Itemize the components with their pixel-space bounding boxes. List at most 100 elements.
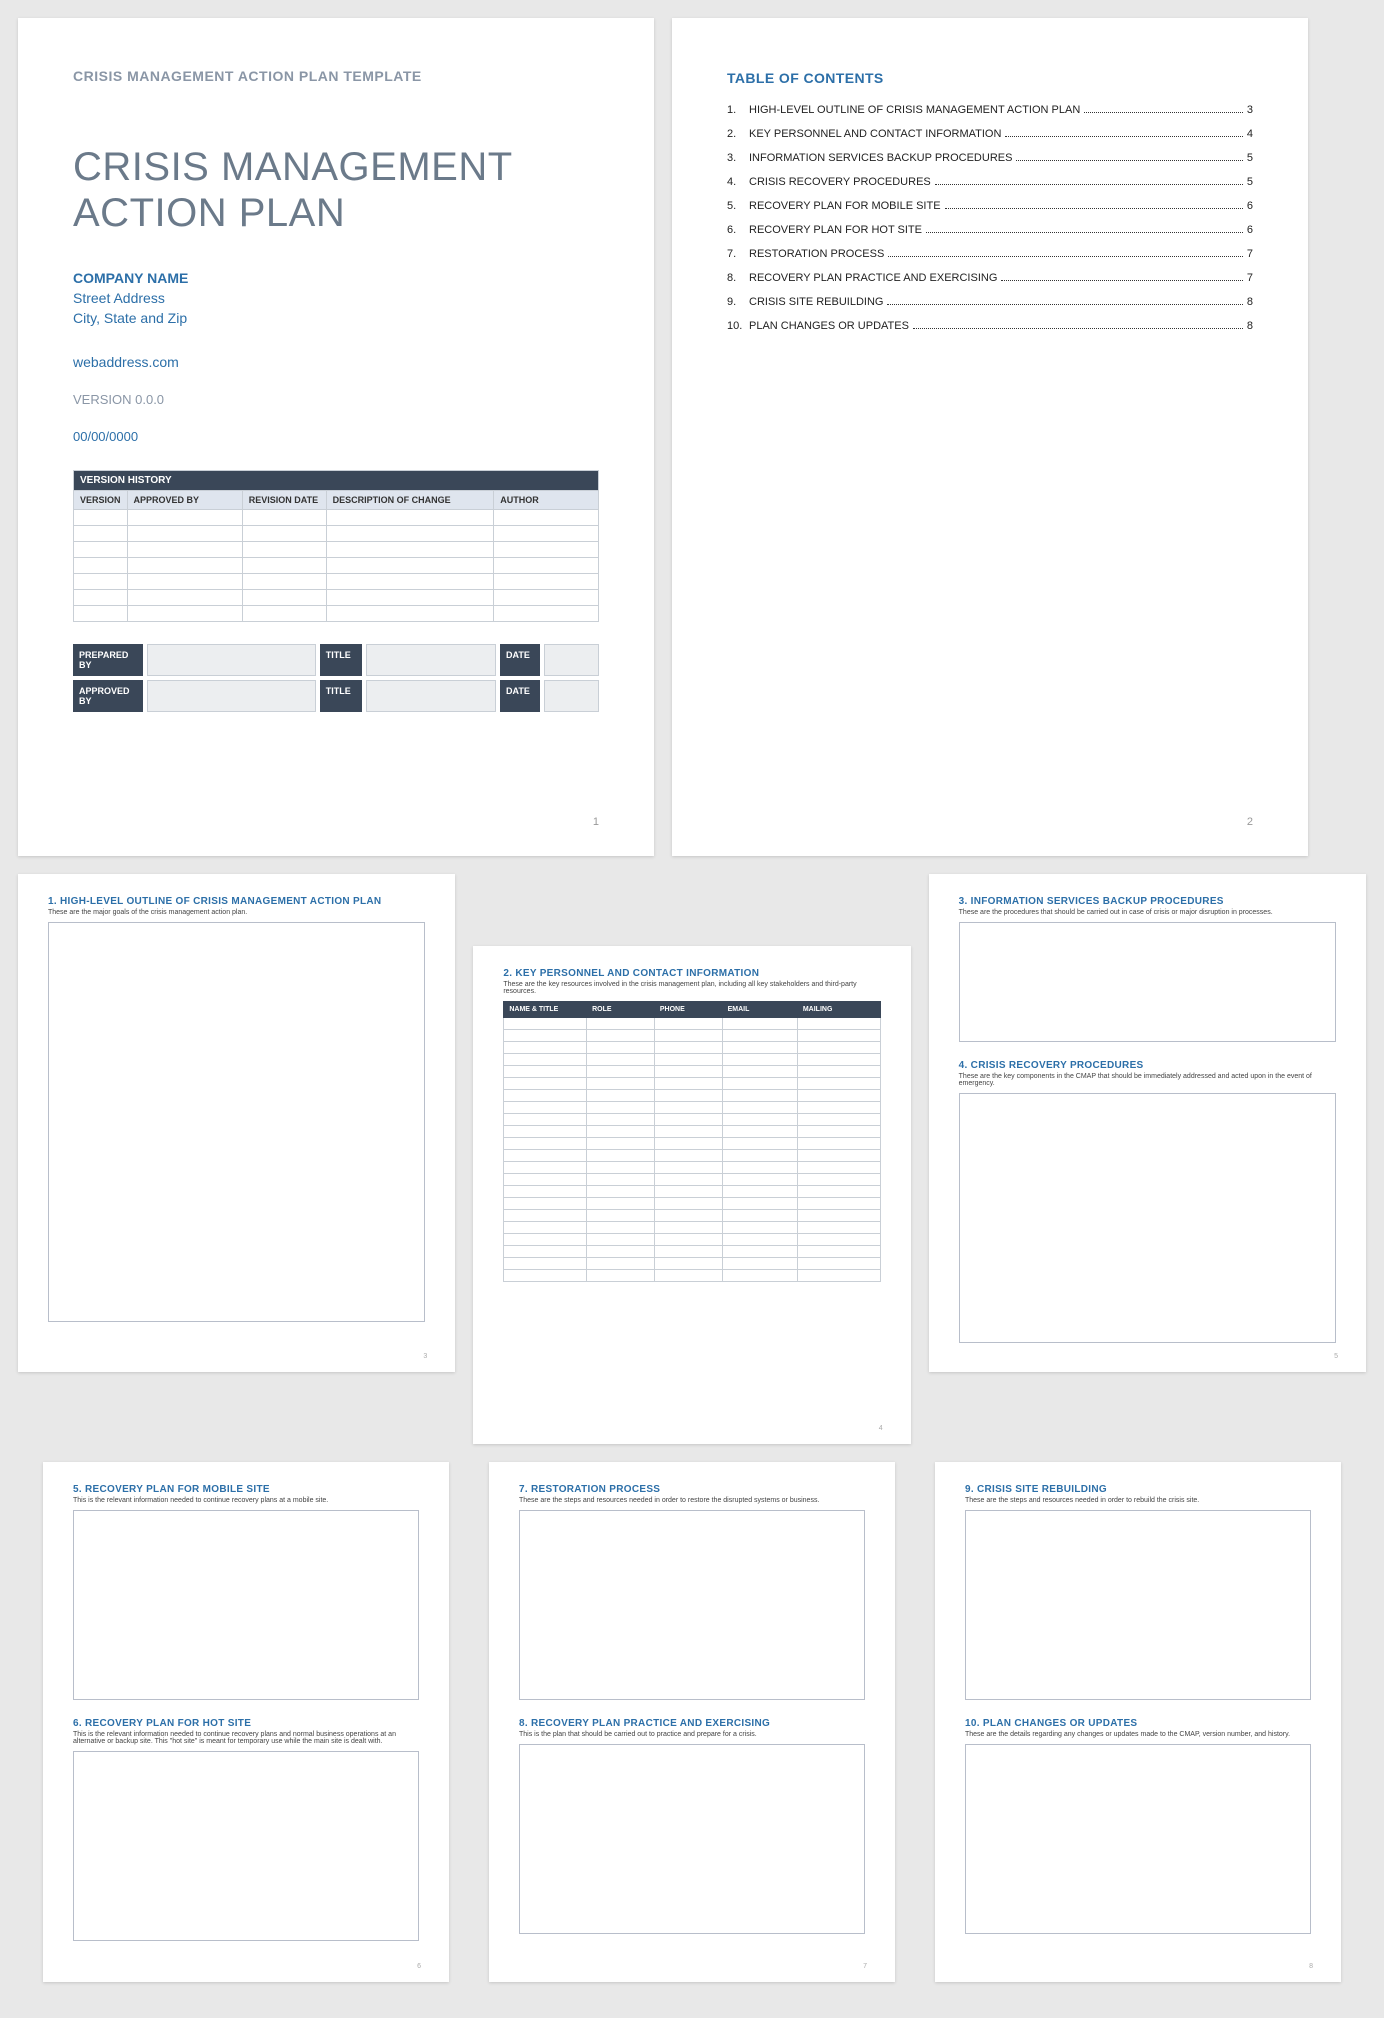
toc-item: 1.HIGH-LEVEL OUTLINE OF CRISIS MANAGEMEN… — [727, 104, 1253, 116]
date-label: 00/00/0000 — [73, 429, 599, 444]
col-author: AUTHOR — [494, 491, 599, 510]
toc-item: 7.RESTORATION PROCESS7 — [727, 248, 1253, 260]
col-description: DESCRIPTION OF CHANGE — [326, 491, 494, 510]
title-line2: ACTION PLAN — [73, 191, 345, 235]
content-box — [959, 1093, 1336, 1343]
col-email: EMAIL — [722, 1002, 797, 1018]
page-3: 1. HIGH-LEVEL OUTLINE OF CRISIS MANAGEME… — [18, 874, 455, 1372]
section-heading: 6. RECOVERY PLAN FOR HOT SITE — [73, 1718, 419, 1729]
section-heading: 3. INFORMATION SERVICES BACKUP PROCEDURE… — [959, 896, 1336, 907]
content-box — [965, 1744, 1311, 1934]
page-number: 4 — [879, 1425, 883, 1432]
date-label-sig2: DATE — [500, 680, 540, 712]
approved-by-row: APPROVED BY TITLE DATE — [73, 680, 599, 712]
page-number: 1 — [593, 816, 599, 828]
table-row — [74, 606, 599, 622]
prepared-by-row: PREPARED BY TITLE DATE — [73, 644, 599, 676]
table-row — [74, 574, 599, 590]
date-label-sig: DATE — [500, 644, 540, 676]
page-number: 6 — [417, 1963, 421, 1970]
toc-item: 10.PLAN CHANGES OR UPDATES8 — [727, 320, 1253, 332]
prepared-by-field — [147, 644, 316, 676]
prepared-by-label: PREPARED BY — [73, 644, 143, 676]
col-approved: APPROVED BY — [127, 491, 242, 510]
section-heading: 1. HIGH-LEVEL OUTLINE OF CRISIS MANAGEME… — [48, 896, 425, 907]
table-row — [504, 1126, 880, 1138]
title-label2: TITLE — [320, 680, 362, 712]
table-header-row: NAME & TITLE ROLE PHONE EMAIL MAILING — [504, 1002, 880, 1018]
page-number: 5 — [1334, 1353, 1338, 1360]
date-field2 — [544, 680, 599, 712]
section-8: 8. RECOVERY PLAN PRACTICE AND EXERCISING… — [519, 1718, 865, 1934]
page-4: 2. KEY PERSONNEL AND CONTACT INFORMATION… — [473, 946, 910, 1444]
pages-row-1: CRISIS MANAGEMENT ACTION PLAN TEMPLATE C… — [18, 18, 1366, 856]
version-history-title: VERSION HISTORY — [74, 471, 599, 491]
section-subtext: These are the procedures that should be … — [959, 909, 1336, 916]
page-number: 7 — [863, 1963, 867, 1970]
section-heading: 9. CRISIS SITE REBUILDING — [965, 1484, 1311, 1495]
section-5: 5. RECOVERY PLAN FOR MOBILE SITE This is… — [73, 1484, 419, 1700]
col-phone: PHONE — [654, 1002, 722, 1018]
page-5: 3. INFORMATION SERVICES BACKUP PROCEDURE… — [929, 874, 1366, 1372]
table-row — [504, 1138, 880, 1150]
toc-item: 2.KEY PERSONNEL AND CONTACT INFORMATION4 — [727, 128, 1253, 140]
table-row — [504, 1090, 880, 1102]
page-number: 8 — [1309, 1963, 1313, 1970]
table-row — [504, 1066, 880, 1078]
page-7: 7. RESTORATION PROCESS These are the ste… — [489, 1462, 895, 1982]
table-row — [504, 1210, 880, 1222]
company-name: COMPANY NAME — [73, 270, 599, 286]
title-line1: CRISIS MANAGEMENT — [73, 145, 513, 189]
city-state-zip: City, State and Zip — [73, 310, 599, 326]
title-field2 — [366, 680, 496, 712]
section-6: 6. RECOVERY PLAN FOR HOT SITE This is th… — [73, 1718, 419, 1941]
toc-item: 5.RECOVERY PLAN FOR MOBILE SITE6 — [727, 200, 1253, 212]
street-address: Street Address — [73, 290, 599, 306]
section-subtext: These are the steps and resources needed… — [965, 1497, 1311, 1504]
page-1: CRISIS MANAGEMENT ACTION PLAN TEMPLATE C… — [18, 18, 654, 856]
section-9: 9. CRISIS SITE REBUILDING These are the … — [965, 1484, 1311, 1700]
col-revdate: REVISION DATE — [242, 491, 326, 510]
toc-item: 6.RECOVERY PLAN FOR HOT SITE6 — [727, 224, 1253, 236]
table-row — [504, 1174, 880, 1186]
section-heading: 10. PLAN CHANGES OR UPDATES — [965, 1718, 1311, 1729]
toc-item: 8.RECOVERY PLAN PRACTICE AND EXERCISING7 — [727, 272, 1253, 284]
table-row — [504, 1078, 880, 1090]
table-row — [504, 1222, 880, 1234]
col-name: NAME & TITLE — [504, 1002, 587, 1018]
toc-item: 4.CRISIS RECOVERY PROCEDURES5 — [727, 176, 1253, 188]
section-subtext: These are the major goals of the crisis … — [48, 909, 425, 916]
page-6: 5. RECOVERY PLAN FOR MOBILE SITE This is… — [43, 1462, 449, 1982]
col-role: ROLE — [587, 1002, 655, 1018]
table-header-row: VERSION APPROVED BY REVISION DATE DESCRI… — [74, 491, 599, 510]
table-row — [504, 1042, 880, 1054]
table-row — [74, 542, 599, 558]
section-3: 3. INFORMATION SERVICES BACKUP PROCEDURE… — [959, 896, 1336, 1042]
version-label: VERSION 0.0.0 — [73, 392, 599, 407]
section-heading: 4. CRISIS RECOVERY PROCEDURES — [959, 1060, 1336, 1071]
version-history-table: VERSION HISTORY VERSION APPROVED BY REVI… — [73, 470, 599, 622]
table-row — [504, 1270, 880, 1282]
table-row — [504, 1186, 880, 1198]
toc-list: 1.HIGH-LEVEL OUTLINE OF CRISIS MANAGEMEN… — [727, 104, 1253, 332]
section-4: 4. CRISIS RECOVERY PROCEDURES These are … — [959, 1060, 1336, 1343]
pages-row-2: 1. HIGH-LEVEL OUTLINE OF CRISIS MANAGEME… — [18, 874, 1366, 1444]
toc-item: 3.INFORMATION SERVICES BACKUP PROCEDURES… — [727, 152, 1253, 164]
table-row — [504, 1030, 880, 1042]
approved-by-field — [147, 680, 316, 712]
section-7: 7. RESTORATION PROCESS These are the ste… — [519, 1484, 865, 1700]
web-address: webaddress.com — [73, 354, 599, 370]
table-row — [504, 1162, 880, 1174]
table-row — [74, 590, 599, 606]
content-box — [959, 922, 1336, 1042]
section-subtext: This is the plan that should be carried … — [519, 1731, 865, 1738]
page-number: 2 — [1247, 816, 1253, 828]
section-subtext: This is the relevant information needed … — [73, 1497, 419, 1504]
section-subtext: These are the key resources involved in … — [503, 981, 880, 995]
table-row — [504, 1258, 880, 1270]
template-label: CRISIS MANAGEMENT ACTION PLAN TEMPLATE — [73, 68, 599, 84]
section-10: 10. PLAN CHANGES OR UPDATES These are th… — [965, 1718, 1311, 1934]
table-row — [504, 1234, 880, 1246]
page-2: TABLE OF CONTENTS 1.HIGH-LEVEL OUTLINE O… — [672, 18, 1308, 856]
table-row — [504, 1102, 880, 1114]
